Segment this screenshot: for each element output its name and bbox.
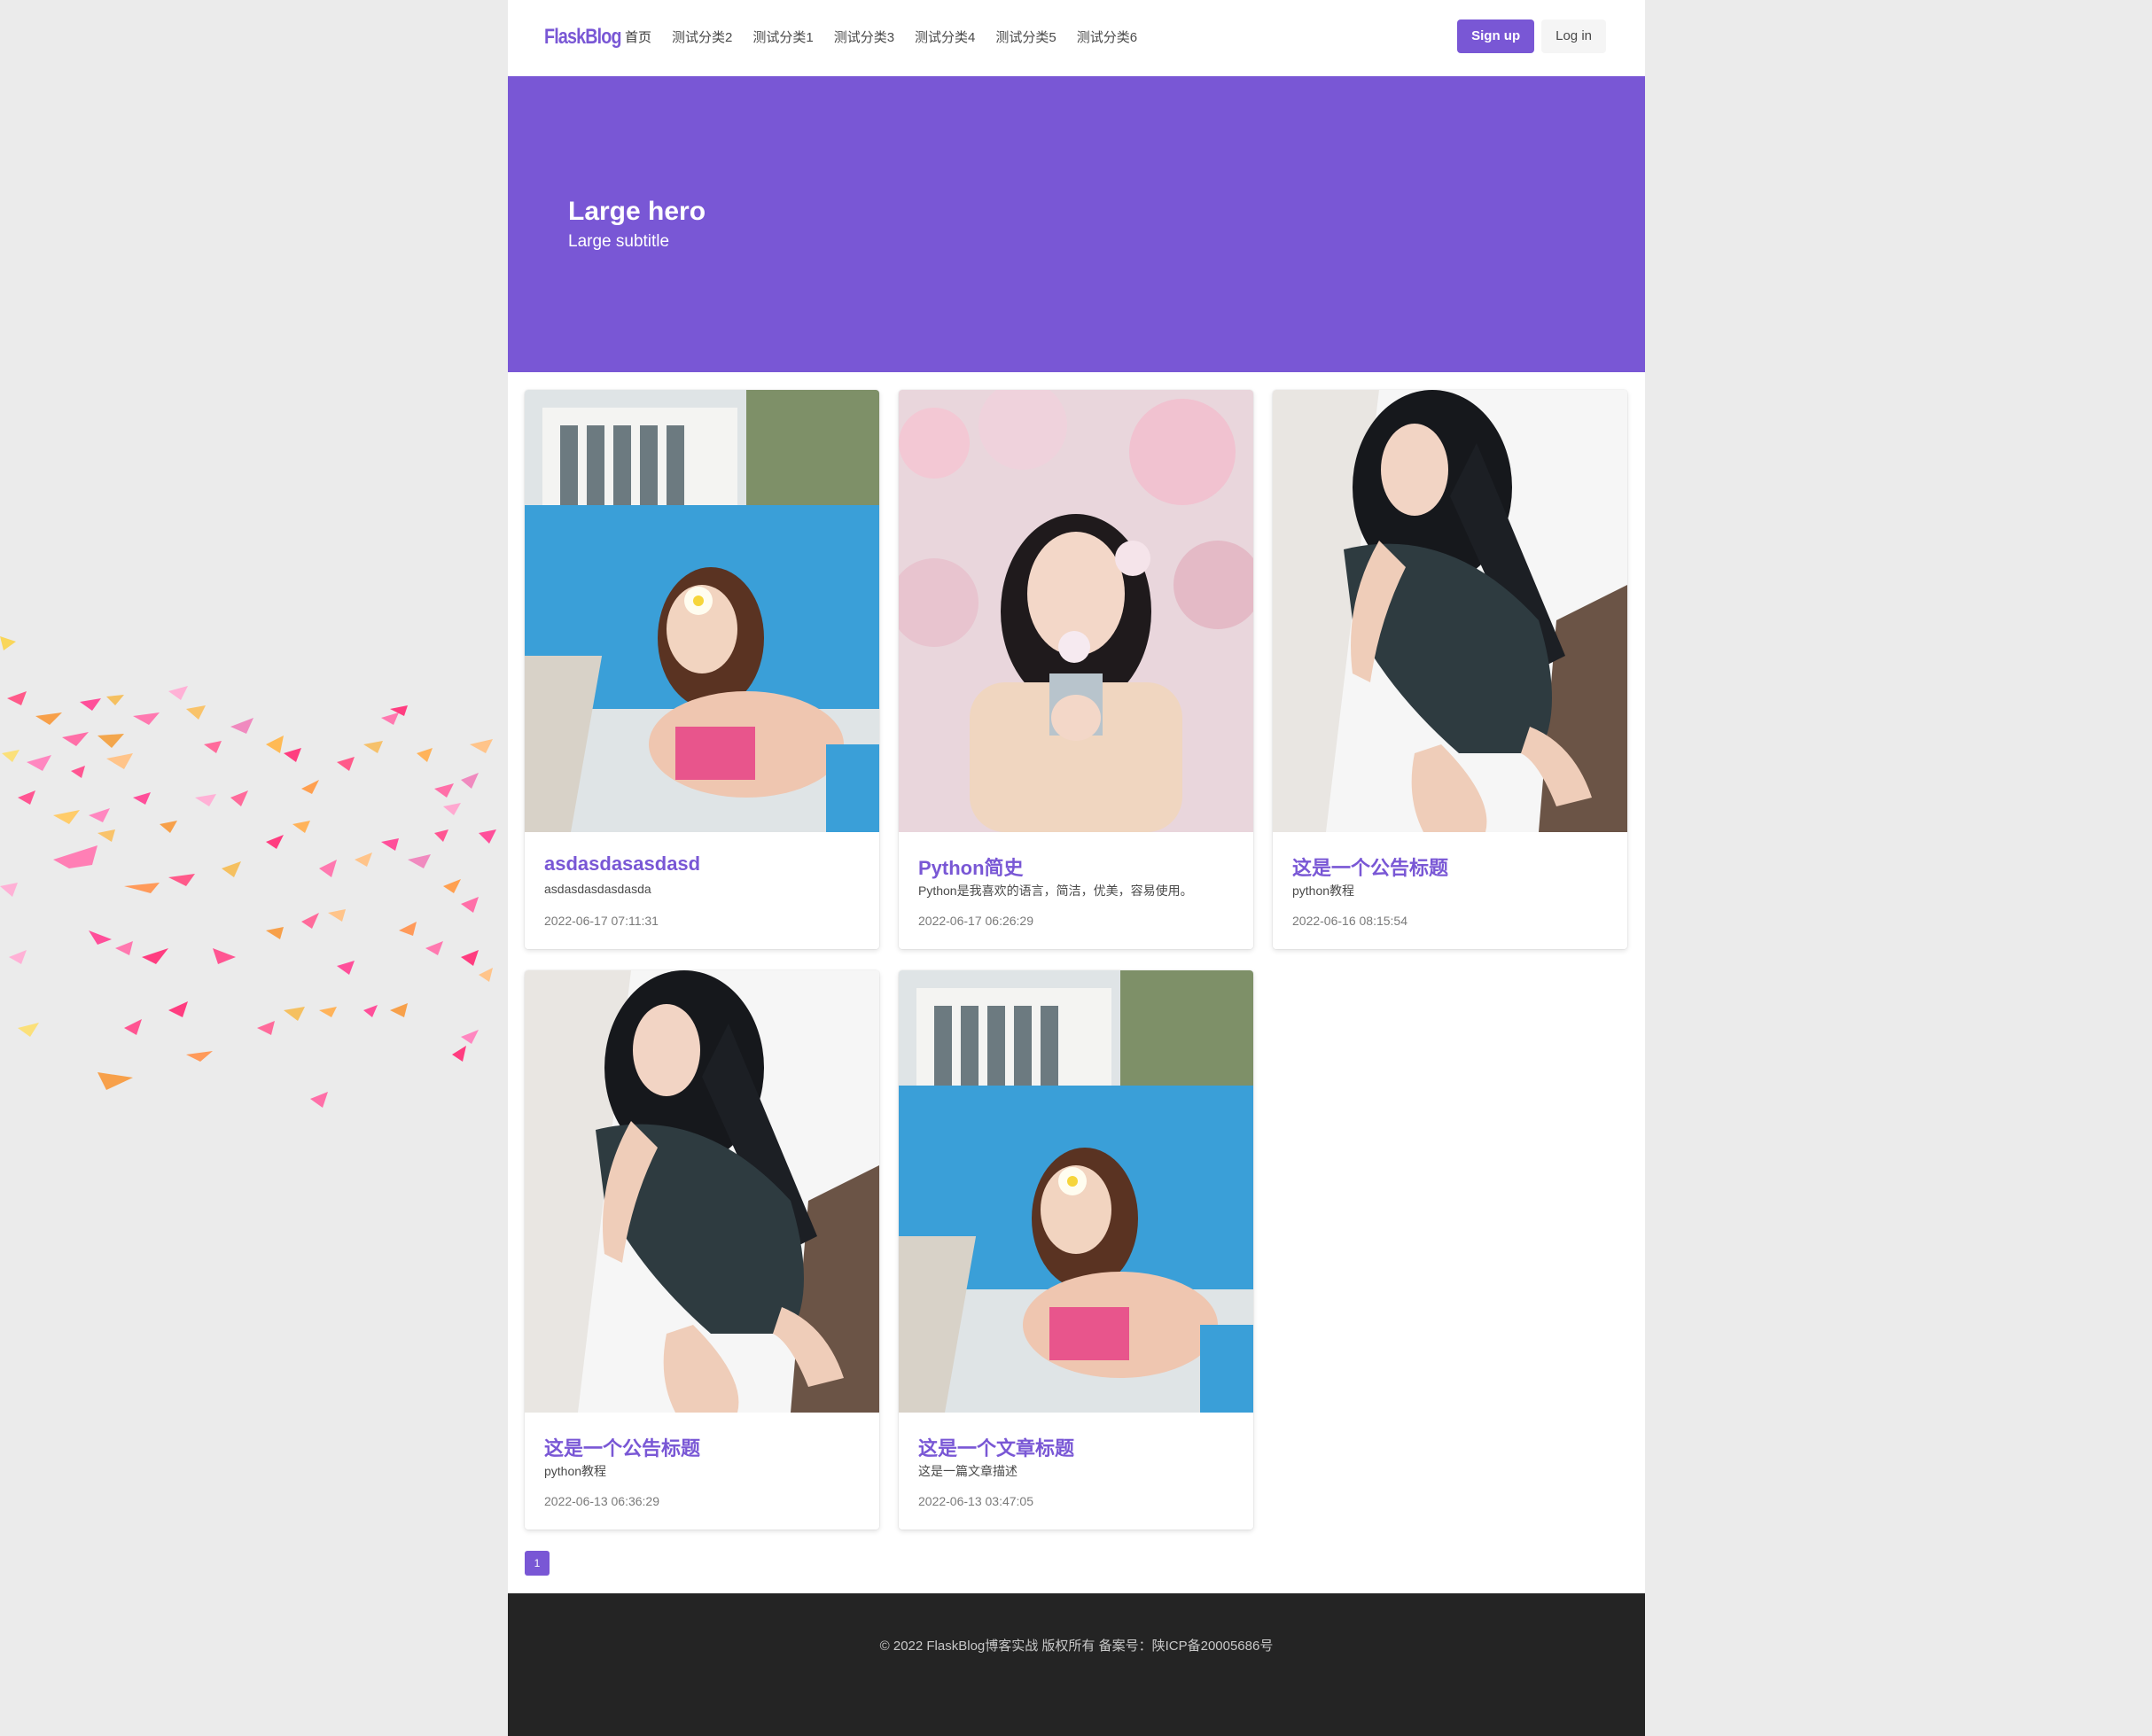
hero-banner: Large hero Large subtitle [508, 76, 1645, 372]
nav-item-category-4[interactable]: 测试分类4 [915, 25, 975, 51]
post-image[interactable] [525, 390, 879, 832]
post-description: 这是一篇文章描述 [918, 1464, 1018, 1478]
signup-button[interactable]: Sign up [1457, 19, 1535, 53]
post-image[interactable] [525, 970, 879, 1413]
post-card[interactable]: asdasdasasdasd asdasdasdasdasda 2022-06-… [525, 390, 879, 949]
post-description: Python是我喜欢的语言，简洁，优美，容易使用。 [918, 884, 1193, 898]
post-card[interactable]: 这是一个公告标题 python教程 2022-06-13 06:36:29 [525, 970, 879, 1530]
pagination-page-1[interactable]: 1 [525, 1551, 550, 1576]
post-title[interactable]: 这是一个文章标题 [918, 1433, 1074, 1461]
post-description: python教程 [544, 1464, 607, 1478]
page-container: FlaskBlog 首页 测试分类2 测试分类1 测试分类3 测试分类4 测试分… [508, 0, 1645, 1736]
confetti-decoration [0, 636, 496, 1108]
footer-copyright: © 2022 FlaskBlog博客实战 版权所有 备案号：陕ICP备20005… [879, 1639, 1274, 1654]
post-title[interactable]: 这是一个公告标题 [1292, 852, 1448, 881]
post-date: 2022-06-13 06:36:29 [544, 1494, 659, 1508]
post-card[interactable]: 这是一个文章标题 这是一篇文章描述 2022-06-13 03:47:05 [899, 970, 1253, 1530]
auth-buttons: Sign up Log in [1457, 19, 1606, 53]
footer: © 2022 FlaskBlog博客实战 版权所有 备案号：陕ICP备20005… [508, 1593, 1645, 1736]
post-description: python教程 [1292, 884, 1355, 898]
hero-title: Large hero [568, 197, 706, 226]
post-image[interactable] [899, 390, 1253, 832]
post-date: 2022-06-16 08:15:54 [1292, 914, 1407, 928]
brand-logo[interactable]: FlaskBlog [544, 21, 621, 53]
login-button[interactable]: Log in [1541, 19, 1606, 53]
nav-menu: 首页 测试分类2 测试分类1 测试分类3 测试分类4 测试分类5 测试分类6 [625, 25, 1158, 51]
post-image[interactable] [1273, 390, 1627, 832]
nav-item-category-5[interactable]: 测试分类5 [995, 25, 1056, 51]
post-title[interactable]: Python简史 [918, 852, 1024, 881]
post-title[interactable]: asdasdasasdasd [544, 852, 700, 876]
post-card[interactable]: Python简史 Python是我喜欢的语言，简洁，优美，容易使用。 2022-… [899, 390, 1253, 949]
nav-item-category-6[interactable]: 测试分类6 [1077, 25, 1137, 51]
post-date: 2022-06-17 07:11:31 [544, 914, 659, 928]
post-description: asdasdasdasdasda [544, 882, 651, 896]
post-date: 2022-06-17 06:26:29 [918, 914, 1033, 928]
nav-item-home[interactable]: 首页 [625, 25, 651, 51]
nav-item-category-3[interactable]: 测试分类3 [834, 25, 894, 51]
post-date: 2022-06-13 03:47:05 [918, 1494, 1033, 1508]
post-image[interactable] [899, 970, 1253, 1413]
hero-subtitle: Large subtitle [568, 232, 670, 251]
post-card[interactable]: 这是一个公告标题 python教程 2022-06-16 08:15:54 [1273, 390, 1627, 949]
post-title[interactable]: 这是一个公告标题 [544, 1433, 700, 1461]
nav-item-category-1[interactable]: 测试分类1 [752, 25, 813, 51]
navbar: FlaskBlog 首页 测试分类2 测试分类1 测试分类3 测试分类4 测试分… [508, 0, 1645, 76]
nav-item-category-2[interactable]: 测试分类2 [672, 25, 732, 51]
